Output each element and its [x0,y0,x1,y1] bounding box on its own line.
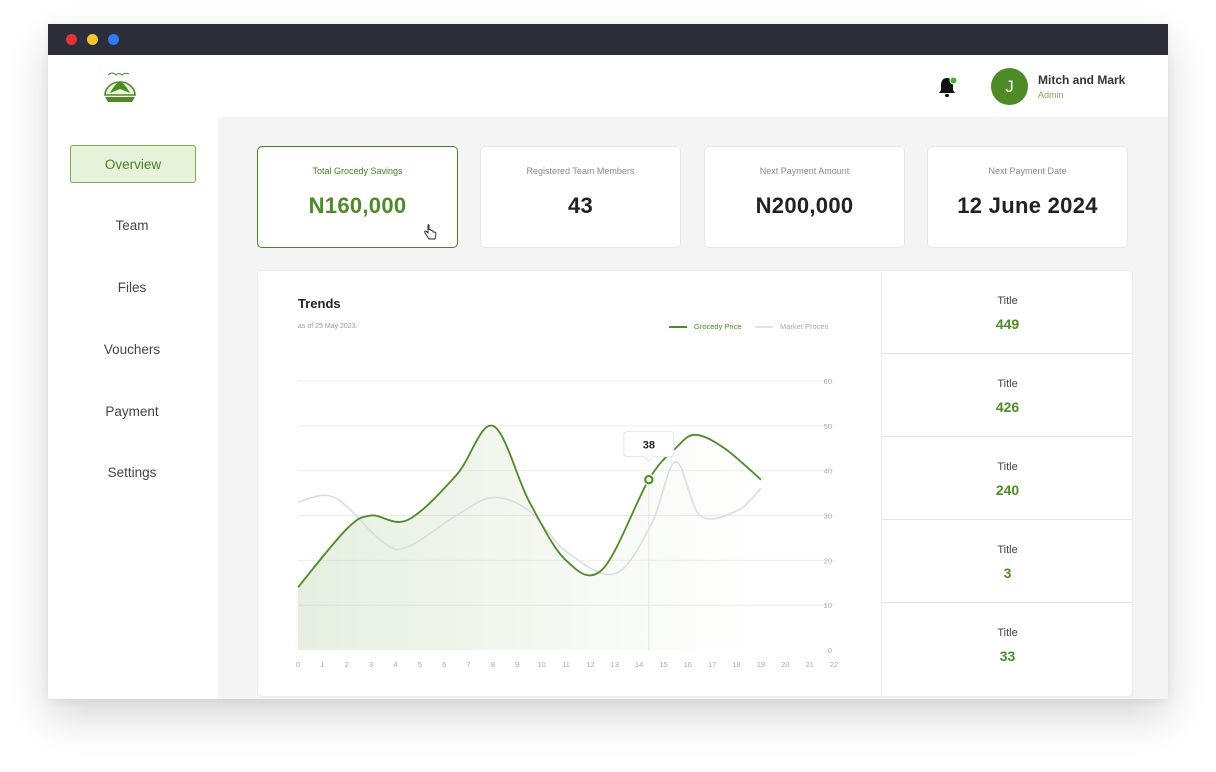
stat-value: 33 [999,648,1016,664]
sidebar-item-payment[interactable]: Payment [70,393,194,429]
top-header: J Mitch and Mark Admin [48,55,1168,117]
y-tick-label: 20 [824,556,832,565]
avatar[interactable]: J [991,68,1028,105]
y-tick-label: 10 [824,601,832,610]
x-tick-label: 16 [684,660,692,669]
x-tick-label: 7 [466,660,470,669]
sidebar: Overview Team Files Vouchers Payment Set… [48,117,218,699]
x-tick-label: 6 [442,660,446,669]
stat-value: 240 [995,482,1020,498]
x-tick-label: 12 [586,660,594,669]
stat-item[interactable]: Title 449 [882,271,1132,354]
stat-title: Title [997,461,1018,473]
y-tick-label: 30 [824,512,832,521]
stat-value: 3 [1003,565,1012,581]
stat-item[interactable]: Title 33 [882,603,1132,685]
x-tick-label: 21 [805,660,813,669]
x-tick-label: 13 [611,660,619,669]
x-tick-label: 8 [491,660,495,669]
stat-item[interactable]: Title 426 [882,354,1132,437]
avatar-initial: J [1005,76,1014,96]
user-name: Mitch and Mark [1038,73,1126,87]
card-value: N200,000 [755,193,854,218]
main-content: Total Grocedy Savings N160,000 Registere… [218,117,1168,699]
stat-title: Title [997,544,1018,556]
card-label: Next Payment Amount [759,166,850,176]
x-tick-label: 20 [781,660,789,669]
x-tick-label: 4 [393,660,397,669]
card-label: Registered Team Members [526,166,635,176]
bell-icon[interactable] [935,75,959,99]
stat-title: Title [997,295,1018,307]
summary-card-team-members[interactable]: Registered Team Members 43 [480,146,681,248]
x-tick-label: 0 [296,660,300,669]
x-tick-label: 22 [830,660,838,669]
hover-point [644,475,654,485]
close-window-button[interactable] [66,34,77,45]
trends-panel: Trends as of 25 May 2023. Grocedy Price … [257,270,1133,697]
x-tick-label: 17 [708,660,716,669]
stat-title: Title [997,627,1018,639]
y-tick-label: 0 [828,646,832,655]
card-value: 43 [567,193,594,218]
sidebar-item-team[interactable]: Team [70,207,194,243]
sidebar-item-overview[interactable]: Overview [70,145,196,183]
minimize-window-button[interactable] [87,34,98,45]
x-tick-label: 1 [320,660,324,669]
app-window: J Mitch and Mark Admin Overview Team Fil… [48,24,1168,699]
trends-line-chart[interactable]: 01020304050600 1 2 3 4 5 6 7 8 9 10 11 12 13 14 15 16 17 1… [258,271,881,696]
trends-chart-area: Trends as of 25 May 2023. Grocedy Price … [258,271,881,696]
stat-item[interactable]: Title 3 [882,520,1132,603]
tooltip-pointer [642,455,655,463]
grocedy-price-area [298,425,761,650]
card-label: Next Payment Date [988,166,1067,176]
stat-title: Title [997,378,1018,390]
summary-card-payment-amount[interactable]: Next Payment Amount N200,000 [704,146,905,248]
x-tick-label: 18 [732,660,740,669]
sidebar-item-settings[interactable]: Settings [70,454,194,490]
summary-card-savings[interactable]: Total Grocedy Savings N160,000 [257,146,458,248]
y-tick-label: 50 [824,422,832,431]
card-value: N160,000 [308,193,407,218]
summary-card-payment-date[interactable]: Next Payment Date 12 June 2024 [927,146,1128,248]
y-tick-label: 40 [824,467,832,476]
sidebar-item-files[interactable]: Files [70,269,194,305]
card-label: Total Grocedy Savings [312,166,403,176]
x-tick-label: 3 [369,660,373,669]
stats-column: Title 449 Title 426 Title 240 Title 3 Ti… [881,271,1132,696]
x-tick-label: 10 [537,660,545,669]
x-tick-label: 5 [418,660,422,669]
hand-cursor-icon [424,224,437,240]
sidebar-item-vouchers[interactable]: Vouchers [70,331,194,367]
stat-item[interactable]: Title 240 [882,437,1132,520]
stat-value: 426 [995,399,1020,415]
x-tick-label: 11 [562,660,570,669]
tooltip-value: 38 [643,440,655,452]
maximize-window-button[interactable] [108,34,119,45]
window-titlebar [48,24,1168,55]
x-tick-label: 2 [345,660,349,669]
x-tick-label: 15 [659,660,667,669]
x-tick-label: 9 [515,660,519,669]
x-tick-label: 19 [757,660,765,669]
card-value: 12 June 2024 [957,193,1098,218]
tooltip-pointer-cover [644,454,654,457]
y-tick-label: 60 [824,377,832,386]
grocedy-logo[interactable] [100,67,140,107]
x-tick-label: 14 [635,660,643,669]
stat-value: 449 [995,316,1020,332]
user-role: Admin [1038,90,1064,100]
